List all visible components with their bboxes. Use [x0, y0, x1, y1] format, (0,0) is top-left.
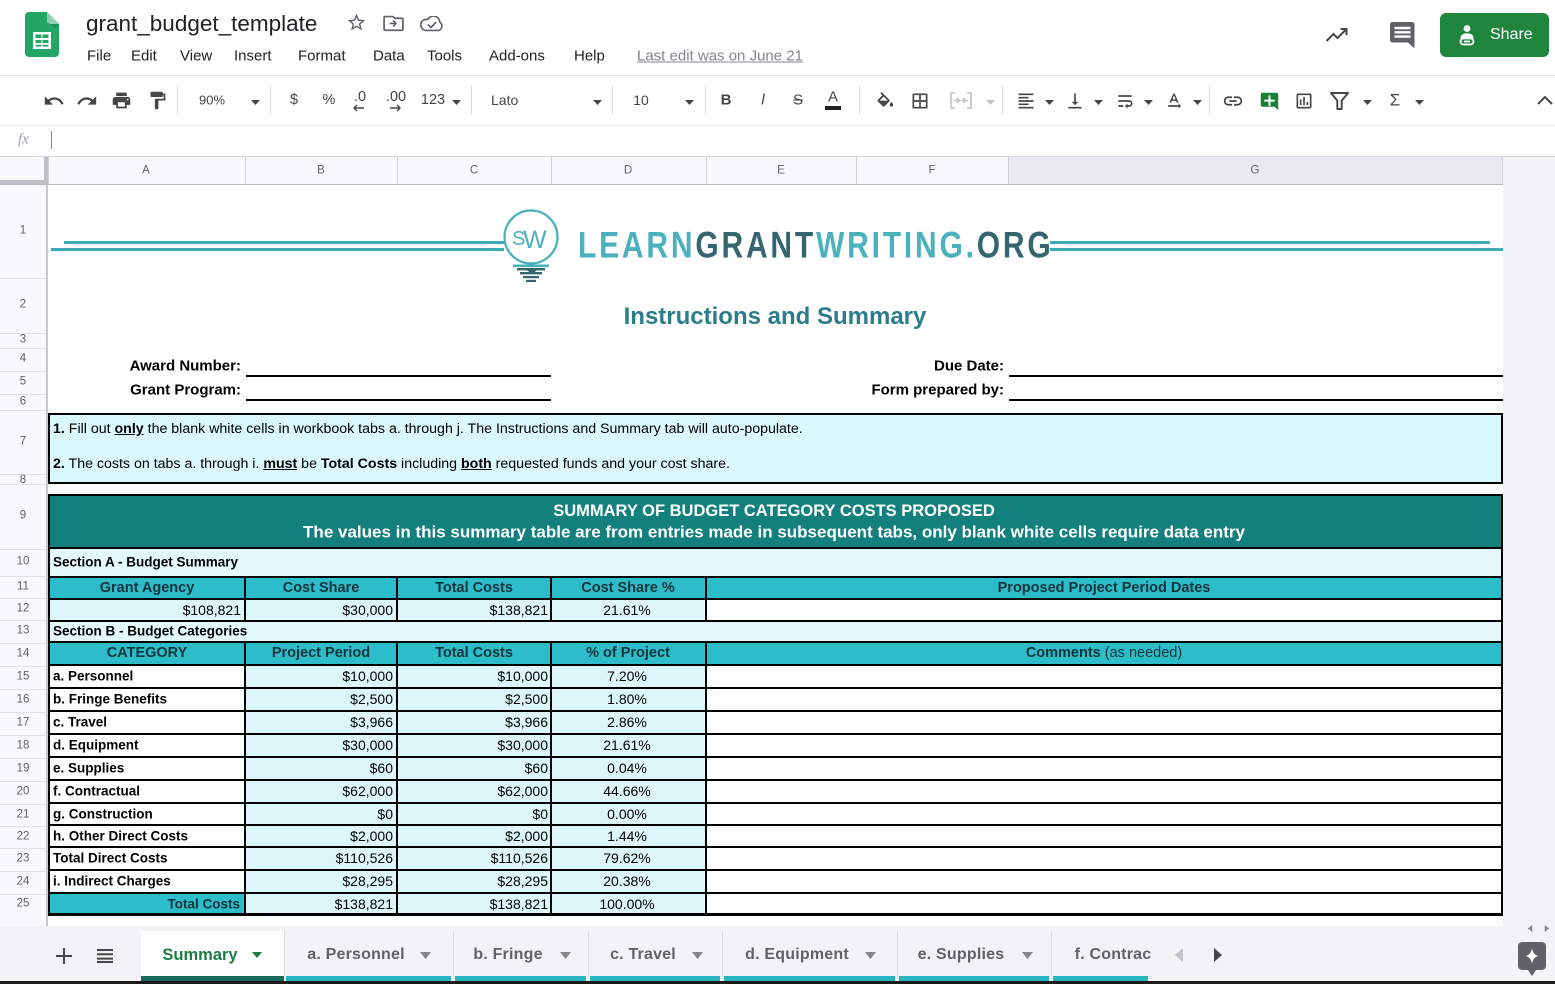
svg-text:W: W [523, 226, 547, 254]
